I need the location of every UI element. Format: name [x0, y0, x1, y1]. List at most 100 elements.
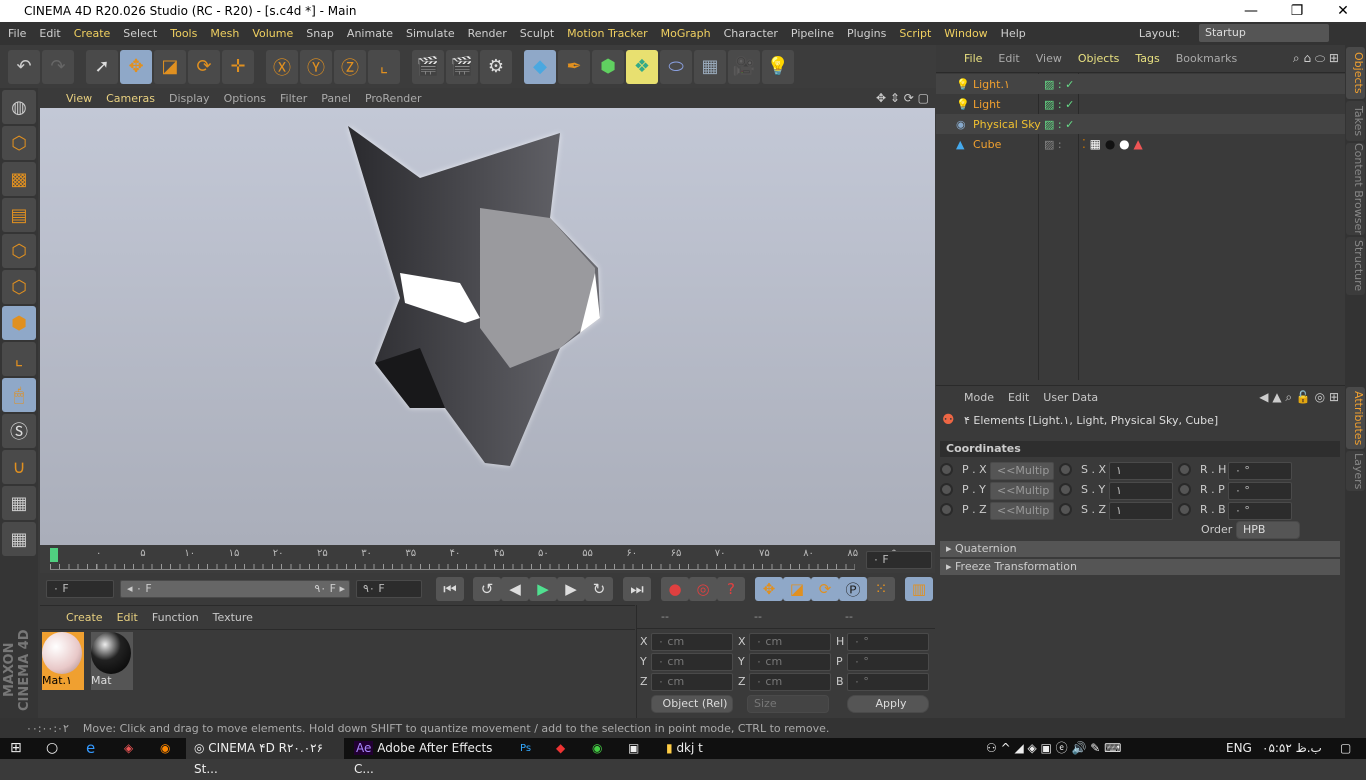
frame-range-slider[interactable]: ◂ ۰ F ۹۰ F ▸: [120, 580, 350, 598]
animation-key-radio[interactable]: [940, 483, 953, 496]
menu-tools[interactable]: Tools: [170, 27, 197, 40]
timeline-ruler[interactable]: ۰۵۱۰۱۵۲۰۲۵۳۰۳۵۴۰۴۵۵۰۵۵۶۰۶۵۷۰۷۵۸۰۸۵۹۰ ۰ F: [40, 545, 935, 573]
viewport-menu-options[interactable]: Options: [224, 92, 266, 105]
app-icon[interactable]: ◈: [124, 738, 133, 759]
animation-key-radio[interactable]: [1178, 503, 1191, 516]
attr-value-field[interactable]: ۰ °: [1228, 502, 1292, 520]
coord-size-dropdown[interactable]: Size: [747, 695, 829, 713]
attr-value-field[interactable]: <<Multip: [990, 482, 1054, 500]
material-item[interactable]: Mat: [91, 632, 133, 690]
move-tool-icon[interactable]: ✥: [120, 49, 152, 84]
previous-frame-icon[interactable]: ◀: [501, 577, 529, 601]
viewport-menu-display[interactable]: Display: [169, 92, 210, 105]
key-scale-icon[interactable]: ◪: [783, 577, 811, 601]
menu-plugins[interactable]: Plugins: [847, 27, 886, 40]
autokey-icon[interactable]: ◎: [689, 577, 717, 601]
attr-value-field[interactable]: ۰ °: [1228, 482, 1292, 500]
visibility-enabled-icon[interactable]: ▨ : ✓: [1044, 98, 1074, 111]
coord-value-field[interactable]: ۰ cm: [651, 673, 733, 691]
photoshop-icon[interactable]: Ps: [520, 738, 531, 759]
attr-nav-icons[interactable]: ◀ ▲ ⌕ 🔓 ◎ ⊞: [1259, 390, 1339, 405]
obj-menu-view[interactable]: View: [1036, 52, 1062, 65]
redo-icon[interactable]: ↷: [42, 49, 74, 84]
animation-key-radio[interactable]: [1059, 483, 1072, 496]
visibility-icon[interactable]: ▨ :: [1044, 138, 1062, 151]
menu-character[interactable]: Character: [724, 27, 778, 40]
attr-value-field[interactable]: ۱: [1109, 482, 1173, 500]
system-tray-icons[interactable]: ⚇ ^ ◢ ◈ ▣ ⓔ 🔊 ✎ ⌨: [986, 738, 1121, 759]
menu-select[interactable]: Select: [123, 27, 157, 40]
obj-menu-objects[interactable]: Objects: [1078, 52, 1120, 65]
menu-snap[interactable]: Snap: [306, 27, 334, 40]
freeze-transformation-section[interactable]: ▸ Freeze Transformation: [940, 559, 1340, 575]
scale-tool-icon[interactable]: ◪: [154, 49, 186, 84]
taskbar-cinema4d[interactable]: ◎ CINEMA ۴D R۲۰.۰۲۶ St...: [186, 738, 344, 776]
tab-structure[interactable]: Structure: [1346, 237, 1365, 295]
cube-primitive-icon[interactable]: ◆: [524, 49, 556, 84]
magnet-icon[interactable]: ∪: [2, 450, 36, 484]
taskbar-folder[interactable]: ▮ dkj t: [666, 738, 703, 759]
workplane-icon[interactable]: ▤: [2, 198, 36, 232]
obj-menu-edit[interactable]: Edit: [998, 52, 1019, 65]
language-indicator[interactable]: ENG: [1226, 738, 1252, 759]
min-frame-field[interactable]: ۰ F: [46, 580, 114, 598]
texture-mode-icon[interactable]: ▩: [2, 162, 36, 196]
render-view-icon[interactable]: 🎬: [412, 49, 444, 84]
edges-mode-icon[interactable]: ⬡: [2, 270, 36, 304]
undo-icon[interactable]: ↶: [8, 49, 40, 84]
quaternion-section[interactable]: ▸ Quaternion: [940, 541, 1340, 557]
obj-menu-tags[interactable]: Tags: [1135, 52, 1159, 65]
go-to-start-icon[interactable]: ⏮: [436, 577, 464, 601]
tab-layers[interactable]: Layers: [1346, 451, 1365, 491]
menu-help[interactable]: Help: [1001, 27, 1026, 40]
mat-menu-texture[interactable]: Texture: [213, 611, 253, 624]
notifications-icon[interactable]: ▢: [1340, 738, 1351, 759]
obj-menu-bookmarks[interactable]: Bookmarks: [1176, 52, 1237, 65]
search-icon[interactable]: ○: [46, 738, 58, 759]
light-icon[interactable]: 💡: [762, 49, 794, 84]
menu-simulate[interactable]: Simulate: [406, 27, 455, 40]
z-axis-icon[interactable]: Ⓩ: [334, 49, 366, 84]
coord-value-field[interactable]: ۰ °: [847, 673, 929, 691]
attr-menu-edit[interactable]: Edit: [1008, 391, 1029, 404]
tab-attributes[interactable]: Attributes: [1346, 387, 1365, 449]
key-pla-icon[interactable]: ⁙: [867, 577, 895, 601]
obj-menu-file[interactable]: File: [964, 52, 982, 65]
attr-menu-user-data[interactable]: User Data: [1043, 391, 1098, 404]
key-rotation-icon[interactable]: ⟳: [811, 577, 839, 601]
planar-workplane-icon[interactable]: ▦: [2, 522, 36, 556]
windows-start-icon[interactable]: ⊞: [10, 738, 22, 759]
menu-mesh[interactable]: Mesh: [210, 27, 239, 40]
menu-create[interactable]: Create: [74, 27, 111, 40]
object-row-cube[interactable]: ▲ Cube ▨ : ⁚ ▦ ● ● ▲: [936, 134, 1345, 154]
menu-script[interactable]: Script: [899, 27, 931, 40]
menu-render[interactable]: Render: [468, 27, 507, 40]
menu-file[interactable]: File: [8, 27, 26, 40]
coord-value-field[interactable]: ۰ cm: [749, 673, 831, 691]
y-axis-icon[interactable]: Ⓨ: [300, 49, 332, 84]
attr-value-field[interactable]: <<Multip: [990, 462, 1054, 480]
rotate-tool-icon[interactable]: ⟳: [188, 49, 220, 84]
menu-window[interactable]: Window: [944, 27, 987, 40]
attr-value-field[interactable]: ۰ °: [1228, 462, 1292, 480]
viewport-navigation-icons[interactable]: ✥ ⇕ ⟳ ▢: [876, 91, 929, 105]
play-icon[interactable]: ▶: [529, 577, 557, 601]
tab-content-browser[interactable]: Content Browser: [1346, 143, 1365, 235]
animation-key-radio[interactable]: [1059, 463, 1072, 476]
x-axis-icon[interactable]: Ⓧ: [266, 49, 298, 84]
menu-sculpt[interactable]: Sculpt: [520, 27, 554, 40]
animation-key-radio[interactable]: [940, 463, 953, 476]
viewport-menu-view[interactable]: View: [66, 92, 92, 105]
animation-key-radio[interactable]: [940, 503, 953, 516]
object-row-light1[interactable]: 💡 Light.۱ ▨ : ✓: [936, 74, 1345, 94]
mat-menu-create[interactable]: Create: [66, 611, 103, 624]
make-editable-icon[interactable]: ◍: [2, 90, 36, 124]
store-icon[interactable]: ▣: [628, 738, 639, 759]
transform-tool-icon[interactable]: ✛: [222, 49, 254, 84]
viewport-menu-cameras[interactable]: Cameras: [106, 92, 155, 105]
coord-value-field[interactable]: ۰ °: [847, 653, 929, 671]
tab-takes[interactable]: Takes: [1346, 101, 1365, 141]
attr-menu-mode[interactable]: Mode: [964, 391, 994, 404]
timeline-window-icon[interactable]: ▥: [905, 577, 933, 601]
coord-mode-dropdown[interactable]: Object (Rel): [651, 695, 733, 713]
